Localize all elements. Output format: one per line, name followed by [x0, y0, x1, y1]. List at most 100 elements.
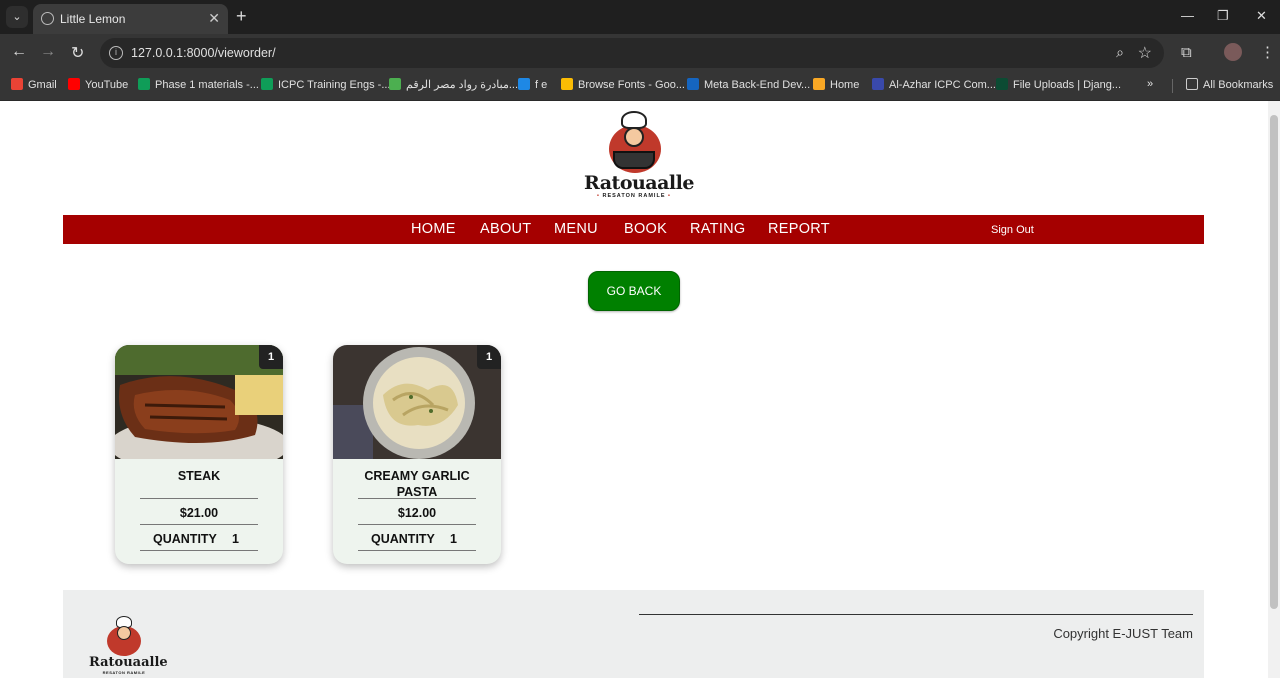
divider [140, 550, 258, 551]
quantity-label: QUANTITY [153, 532, 217, 546]
chef-logo-icon [104, 616, 144, 656]
bookmark-label: Gmail [28, 79, 57, 91]
bookmark-favicon-icon [687, 78, 699, 90]
tab-title: Little Lemon [60, 12, 126, 26]
footer-divider [639, 614, 1193, 615]
bookmark-item[interactable]: YouTube [68, 78, 128, 91]
nav-rating[interactable]: RATING [690, 221, 746, 237]
bookmark-item[interactable]: Gmail [11, 78, 57, 91]
bookmark-item[interactable]: Browse Fonts - Goo... [561, 78, 685, 91]
bookmark-label: Meta Back-End Dev... [704, 79, 811, 91]
item-name: STEAK [177, 469, 221, 483]
divider [140, 524, 258, 525]
browser-toolbar: ← → ↻ i 127.0.0.1:8000/vieworder/ ⌕ ☆ [0, 34, 1280, 72]
quantity-value: 1 [232, 532, 239, 546]
bookmark-item[interactable]: ICPC Training Engs -... [261, 78, 391, 91]
bookmarks-bar: » All Bookmarks Gmail YouTube Phase 1 mate… [0, 72, 1280, 101]
steak-image [115, 345, 283, 459]
bookmark-item[interactable]: Home [813, 78, 859, 91]
bookmark-label: Browse Fonts - Goo... [578, 79, 685, 91]
item-name: CREAMY GARLIC PASTA [364, 469, 470, 499]
bookmark-label: Al-Azhar ICPC Com... [889, 79, 996, 91]
zoom-icon[interactable]: ⌕ [1116, 44, 1124, 61]
bookmark-favicon-icon [138, 78, 150, 90]
all-bookmarks-folder[interactable]: All Bookmarks [1186, 78, 1273, 91]
order-card: 1 STEAK $21.00 QUANTITY 1 [115, 345, 283, 564]
footer-logo[interactable]: Ratouaalle RESATON RAMILE [89, 616, 168, 678]
close-tab-icon[interactable]: ✕ [208, 10, 220, 27]
item-price: $12.00 [397, 506, 437, 520]
bookmarks-overflow-icon[interactable]: » [1147, 78, 1153, 90]
bookmark-item[interactable]: Al-Azhar ICPC Com... [872, 78, 996, 91]
bookmark-item[interactable]: Phase 1 materials -... [138, 78, 259, 91]
bookmark-item[interactable]: Meta Back-End Dev... [687, 78, 810, 91]
divider [358, 550, 476, 551]
bookmark-item[interactable]: f e [518, 78, 547, 91]
logo-wordmark: Ratouaalle [584, 172, 694, 194]
page-content: Ratouaalle • RESATON RAMILE • HOME ABOUT… [0, 101, 1268, 678]
footer-logo-tagline: RESATON RAMILE [102, 670, 146, 675]
nav-report[interactable]: REPORT [768, 221, 830, 237]
back-icon[interactable]: ← [11, 43, 27, 61]
bookmark-favicon-icon [389, 78, 401, 90]
bookmark-label: YouTube [85, 79, 129, 91]
site-info-icon[interactable]: i [109, 46, 123, 60]
bookmark-label: File Uploads | Djang... [1013, 79, 1122, 91]
bookmark-label: مبادرة رواد مصر الرقم... [406, 79, 519, 91]
scrollbar-thumb[interactable] [1270, 115, 1278, 609]
reload-icon[interactable]: ↻ [71, 43, 84, 63]
url-text[interactable]: 127.0.0.1:8000/vieworder/ [131, 46, 276, 60]
bookmark-item[interactable]: مبادرة رواد مصر الرقم... [389, 78, 518, 91]
bookmark-favicon-icon [813, 78, 825, 90]
new-tab-icon[interactable]: + [236, 6, 247, 27]
divider [358, 524, 476, 525]
footer-logo-wordmark: Ratouaalle [89, 655, 168, 670]
forward-icon[interactable]: → [40, 43, 56, 61]
bookmark-item[interactable]: File Uploads | Djang... [996, 78, 1121, 91]
address-bar[interactable]: i 127.0.0.1:8000/vieworder/ ⌕ ☆ [100, 38, 1164, 68]
minimize-icon[interactable]: — [1181, 8, 1194, 23]
nav-about[interactable]: ABOUT [480, 221, 531, 237]
pasta-image [333, 345, 501, 459]
bookmarks-divider [1172, 79, 1173, 93]
order-card: 1 CREAMY GARLIC PASTA $12.00 QUANTITY 1 [333, 345, 501, 564]
close-window-icon[interactable]: ✕ [1256, 8, 1267, 24]
bookmark-label: ICPC Training Engs -... [278, 79, 391, 91]
logo-tagline: • RESATON RAMILE • [597, 193, 671, 199]
copyright-text: Copyright E-JUST Team [1053, 626, 1193, 641]
folder-icon [1186, 78, 1198, 90]
extensions-icon[interactable]: ⧉ [1181, 44, 1192, 61]
bookmark-favicon-icon [261, 78, 273, 90]
bookmark-favicon-icon [68, 78, 80, 90]
nav-book[interactable]: BOOK [624, 221, 667, 237]
browser-tab[interactable]: Little Lemon ✕ [33, 4, 228, 34]
bookmark-star-icon[interactable]: ☆ [1138, 43, 1152, 63]
bookmark-label: Home [830, 79, 860, 91]
quantity-label: QUANTITY [371, 532, 435, 546]
chef-logo-icon [605, 111, 663, 173]
bookmark-favicon-icon [996, 78, 1008, 90]
site-logo[interactable]: Ratouaalle • RESATON RAMILE • [584, 111, 694, 203]
globe-icon [41, 12, 54, 25]
bookmark-favicon-icon [518, 78, 530, 90]
browser-tab-bar: ⌄ Little Lemon ✕ + — ❐ ✕ [0, 0, 1280, 34]
quantity-badge: 1 [259, 345, 283, 369]
sign-out-link[interactable]: Sign Out [991, 224, 1034, 236]
quantity-badge: 1 [477, 345, 501, 369]
bookmark-favicon-icon [11, 78, 23, 90]
all-bookmarks-label: All Bookmarks [1203, 79, 1274, 91]
quantity-value: 1 [450, 532, 457, 546]
profile-avatar[interactable] [1224, 43, 1242, 61]
nav-home[interactable]: HOME [411, 221, 456, 237]
bookmark-favicon-icon [872, 78, 884, 90]
item-price: $21.00 [179, 506, 219, 520]
go-back-button[interactable]: GO BACK [588, 271, 680, 311]
restore-icon[interactable]: ❐ [1217, 8, 1229, 24]
nav-menu[interactable]: MENU [554, 221, 598, 237]
page-scrollbar[interactable] [1268, 101, 1280, 678]
bookmark-favicon-icon [561, 78, 573, 90]
divider [140, 498, 258, 499]
bookmark-label: Phase 1 materials -... [155, 79, 259, 91]
menu-kebab-icon[interactable]: ⋮ [1260, 43, 1275, 61]
tab-search-icon[interactable]: ⌄ [6, 6, 28, 28]
